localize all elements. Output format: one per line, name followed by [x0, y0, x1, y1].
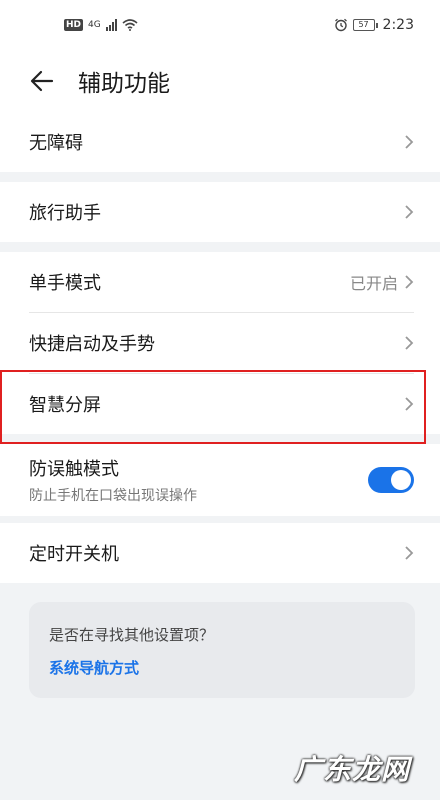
- group-accessibility: 无障碍: [0, 112, 440, 172]
- row-one-hand-mode[interactable]: 单手模式 已开启: [0, 252, 440, 312]
- group-gestures: 单手模式 已开启 快捷启动及手势 智慧分屏: [0, 252, 440, 434]
- row-travel-assistant[interactable]: 旅行助手: [0, 182, 440, 242]
- battery-icon: 57: [352, 19, 378, 31]
- status-left: HD 4G: [64, 19, 138, 31]
- group-schedule: 定时开关机: [0, 523, 440, 583]
- header: 辅助功能: [0, 50, 440, 112]
- signal-icon: [105, 19, 117, 31]
- battery-level: 57: [352, 19, 375, 31]
- row-label: 快捷启动及手势: [29, 334, 155, 355]
- row-label: 单手模式: [29, 273, 101, 294]
- row-scheduled-power[interactable]: 定时开关机: [0, 523, 440, 583]
- row-value: 已开启: [349, 274, 398, 293]
- chevron-right-icon: [405, 546, 414, 560]
- row-shortcuts-gestures[interactable]: 快捷启动及手势: [0, 313, 440, 373]
- row-label: 智慧分屏: [29, 395, 101, 416]
- page-title: 辅助功能: [78, 71, 170, 97]
- row-smart-split-screen[interactable]: 智慧分屏: [0, 374, 440, 434]
- clock: 2:23: [382, 17, 414, 33]
- alarm-icon: [334, 18, 347, 32]
- accidental-touch-toggle[interactable]: [368, 467, 414, 493]
- row-label: 防误触模式: [29, 459, 119, 480]
- chevron-right-icon: [405, 336, 414, 350]
- back-button[interactable]: [22, 61, 62, 101]
- card-question: 是否在寻找其他设置项？: [49, 626, 215, 644]
- row-label: 旅行助手: [29, 203, 101, 224]
- row-accidental-touch[interactable]: 防误触模式 防止手机在口袋出现误操作: [0, 444, 440, 516]
- chevron-right-icon: [405, 135, 414, 149]
- watermark: 广东龙网: [293, 753, 410, 786]
- wifi-icon: [122, 19, 138, 31]
- toggle-knob: [391, 470, 411, 490]
- group-travel: 旅行助手: [0, 182, 440, 242]
- back-arrow-icon: [30, 70, 54, 92]
- hd-icon: HD: [64, 19, 84, 31]
- status-bar: HD 4G 57 2:23: [0, 0, 440, 50]
- group-pocket-mode: 防误触模式 防止手机在口袋出现误操作: [0, 444, 440, 516]
- row-label: 定时开关机: [29, 544, 119, 565]
- row-accessibility[interactable]: 无障碍: [0, 112, 440, 172]
- chevron-right-icon: [405, 275, 414, 289]
- system-navigation-link[interactable]: 系统导航方式: [49, 657, 395, 678]
- row-label: 无障碍: [29, 133, 83, 154]
- chevron-right-icon: [405, 205, 414, 219]
- network-type: 4G: [88, 20, 101, 30]
- chevron-right-icon: [405, 397, 414, 411]
- row-subtitle: 防止手机在口袋出现误操作: [29, 488, 197, 504]
- status-right: 57 2:23: [334, 17, 414, 33]
- search-suggestion-card: 是否在寻找其他设置项？ 系统导航方式: [29, 602, 415, 698]
